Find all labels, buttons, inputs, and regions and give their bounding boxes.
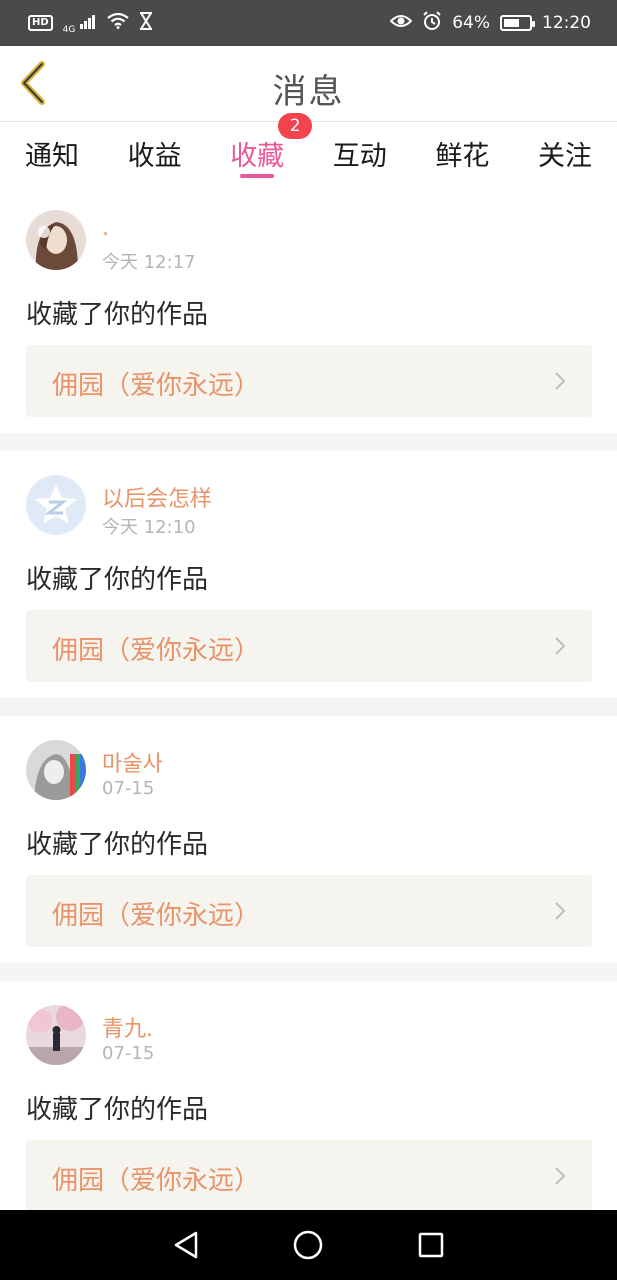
active-tab-indicator bbox=[240, 174, 275, 178]
message-item: . 今天 12:17 收藏了你的作品 佣园（爱你永远） bbox=[0, 186, 617, 433]
username[interactable]: 青九. bbox=[102, 1011, 153, 1043]
tab-favorites[interactable]: 收藏 2 bbox=[230, 113, 313, 184]
chevron-right-icon bbox=[555, 372, 566, 390]
battery-icon bbox=[500, 15, 535, 31]
message-item: 以后会怎样 今天 12:10 收藏了你的作品 佣园（爱你永远） bbox=[0, 451, 617, 698]
username[interactable]: 以后会怎样 bbox=[102, 481, 212, 513]
work-link[interactable]: 佣园（爱你永远） bbox=[26, 875, 592, 947]
divider bbox=[0, 433, 617, 451]
tab-notifications[interactable]: 通知 bbox=[25, 122, 79, 184]
unread-badge: 2 bbox=[278, 113, 313, 139]
chevron-right-icon bbox=[555, 637, 566, 655]
divider bbox=[0, 698, 617, 716]
status-bar: HD 4G 64% 12:20 bbox=[0, 0, 617, 46]
eye-icon bbox=[389, 13, 413, 34]
avatar[interactable] bbox=[26, 475, 86, 535]
work-title: 佣园（爱你永远） bbox=[52, 1166, 261, 1196]
message-item: 마술사 07-15 收藏了你的作品 佣园（爱你永远） bbox=[0, 716, 617, 963]
alarm-icon bbox=[422, 10, 442, 36]
tab-label: 通知 bbox=[25, 141, 79, 172]
tab-flowers[interactable]: 鲜花 bbox=[435, 122, 489, 184]
work-title: 佣园（爱你永远） bbox=[52, 901, 261, 931]
home-circle-icon bbox=[294, 1230, 323, 1260]
timestamp: 07-15 bbox=[102, 1043, 155, 1064]
work-title: 佣园（爱你永远） bbox=[52, 636, 261, 666]
nav-back-button[interactable] bbox=[166, 1225, 206, 1265]
network-type: 4G bbox=[62, 25, 76, 35]
chevron-right-icon bbox=[555, 902, 566, 920]
message-item: 青九. 07-15 收藏了你的作品 佣园（爱你永远） bbox=[0, 981, 617, 1228]
battery-fill bbox=[504, 19, 520, 27]
timestamp: 07-15 bbox=[102, 778, 155, 799]
action-text: 收藏了你的作品 bbox=[26, 565, 209, 595]
tab-label: 收藏 bbox=[230, 141, 285, 172]
hourglass-icon bbox=[139, 11, 153, 35]
signal-icon bbox=[79, 13, 97, 34]
action-text: 收藏了你的作品 bbox=[26, 830, 209, 860]
tab-following[interactable]: 关注 bbox=[538, 122, 592, 184]
wifi-icon bbox=[107, 12, 130, 34]
clock: 12:20 bbox=[542, 13, 591, 33]
avatar[interactable] bbox=[26, 210, 86, 270]
action-text: 收藏了你的作品 bbox=[26, 1095, 209, 1125]
tab-label: 关注 bbox=[537, 141, 592, 172]
page-title: 消息 bbox=[272, 72, 345, 112]
timestamp: 今天 12:17 bbox=[102, 252, 196, 273]
header: 消息 bbox=[0, 46, 617, 122]
tab-interactions[interactable]: 互动 bbox=[333, 122, 387, 184]
timestamp: 今天 12:10 bbox=[102, 517, 196, 538]
tab-bar: 通知 收益 收藏 2 互动 鲜花 关注 bbox=[0, 113, 617, 184]
message-feed: . 今天 12:17 收藏了你的作品 佣园（爱你永远） 以后会怎样 今天 12:… bbox=[0, 186, 617, 1228]
tab-label: 鲜花 bbox=[435, 141, 490, 172]
username[interactable]: . bbox=[102, 216, 109, 241]
recents-square-icon bbox=[418, 1232, 444, 1258]
tab-earnings[interactable]: 收益 bbox=[128, 122, 182, 184]
tab-label: 互动 bbox=[332, 141, 387, 172]
nav-home-button[interactable] bbox=[288, 1225, 328, 1265]
work-link[interactable]: 佣园（爱你永远） bbox=[26, 345, 592, 417]
work-link[interactable]: 佣园（爱你永远） bbox=[26, 1140, 592, 1212]
nav-recents-button[interactable] bbox=[411, 1225, 451, 1265]
avatar[interactable] bbox=[26, 740, 86, 800]
avatar[interactable] bbox=[26, 1005, 86, 1065]
work-link[interactable]: 佣园（爱你永远） bbox=[26, 610, 592, 682]
back-triangle-icon bbox=[174, 1231, 198, 1259]
hd-icon: HD bbox=[28, 15, 53, 31]
chevron-right-icon bbox=[555, 1167, 566, 1185]
tab-label: 收益 bbox=[127, 141, 182, 172]
username[interactable]: 마술사 bbox=[102, 746, 163, 778]
battery-percent: 64% bbox=[452, 13, 490, 33]
system-nav-bar bbox=[0, 1210, 617, 1280]
action-text: 收藏了你的作品 bbox=[26, 300, 209, 330]
work-title: 佣园（爱你永远） bbox=[52, 371, 261, 401]
divider bbox=[0, 963, 617, 981]
